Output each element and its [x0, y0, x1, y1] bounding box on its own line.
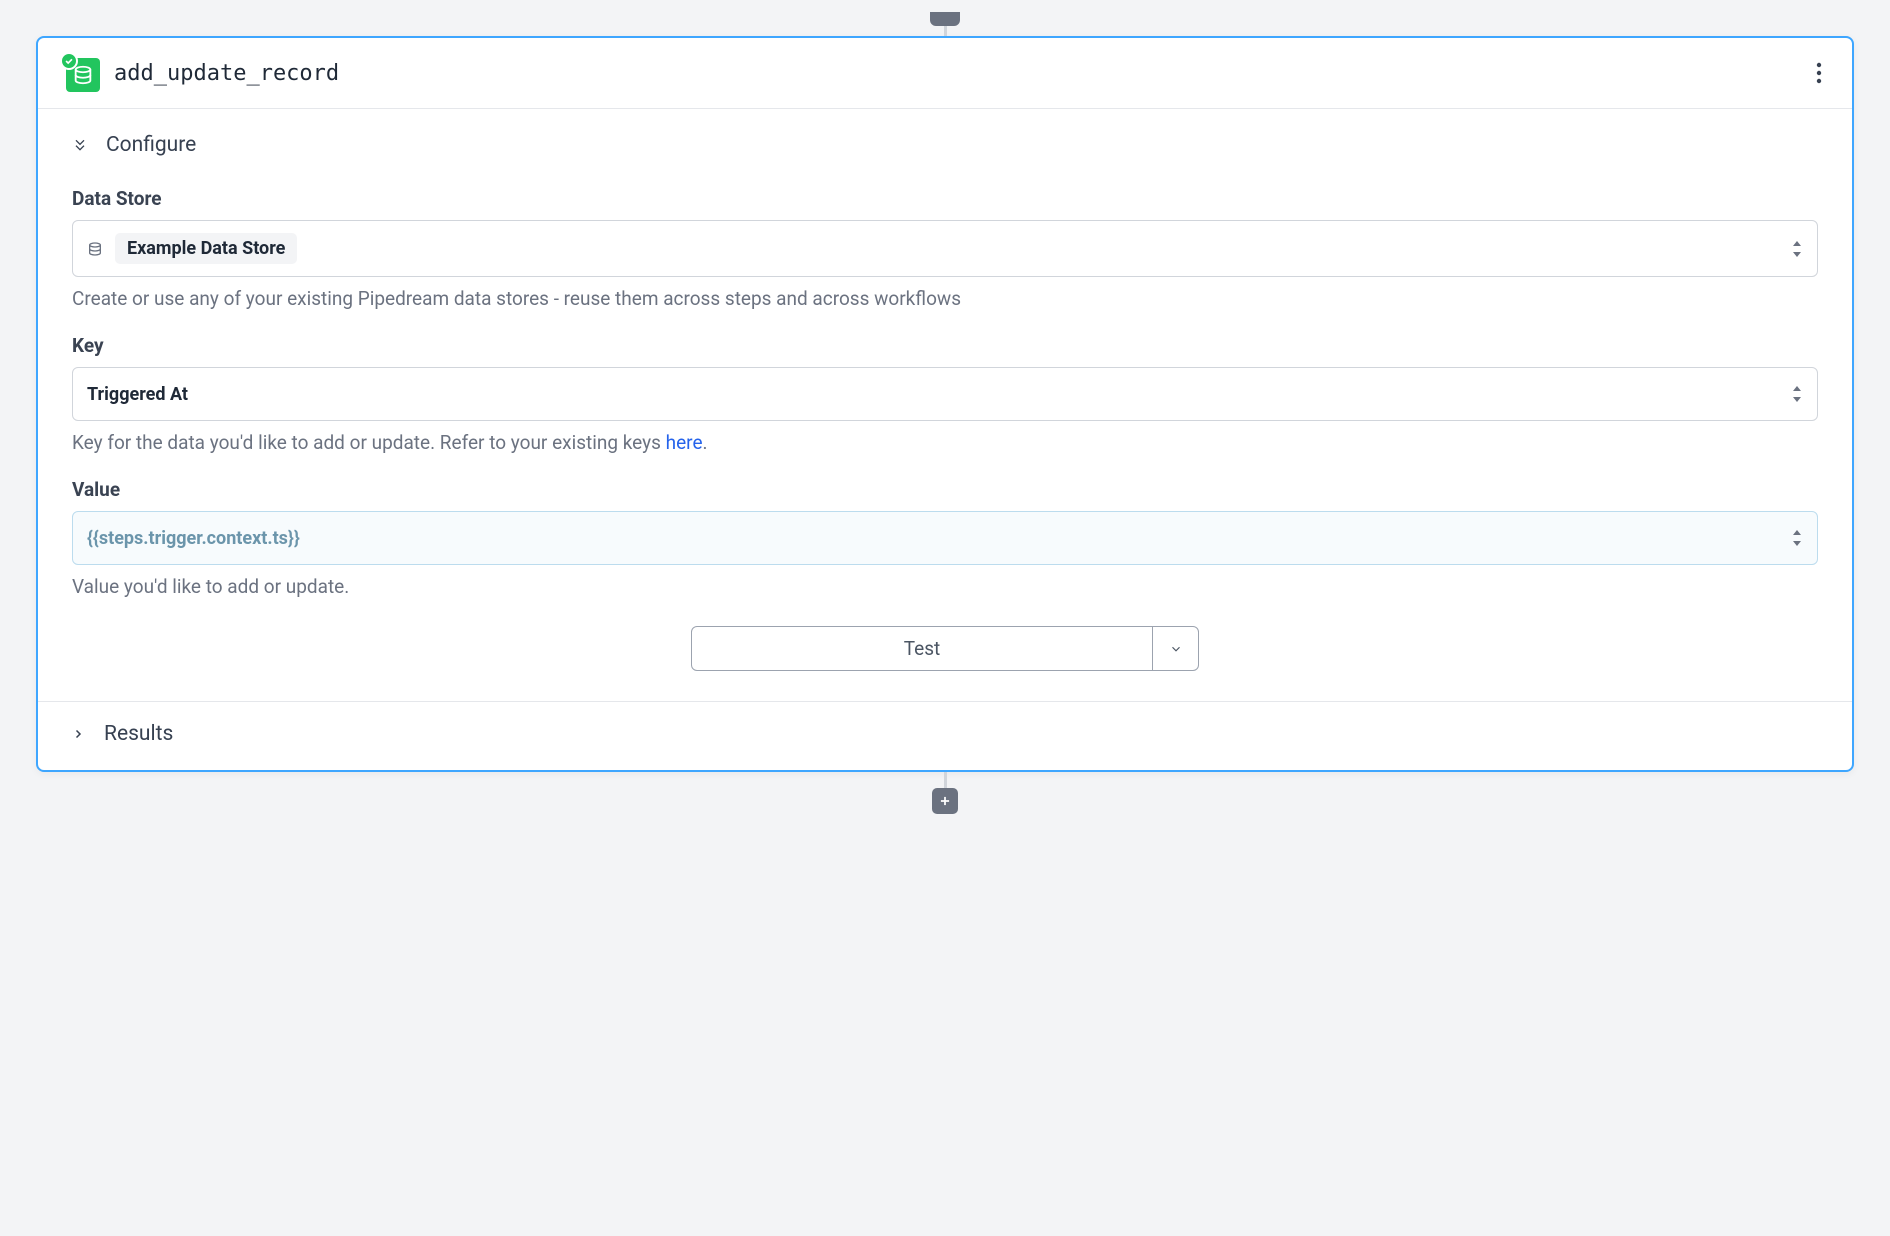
value-select[interactable]: {{steps.trigger.context.ts}}	[72, 511, 1818, 565]
configure-section: Configure Data Store Example Data Store …	[38, 109, 1852, 701]
configure-toggle[interactable]: Configure	[72, 133, 1818, 157]
chevron-down-icon	[1169, 642, 1183, 656]
data-store-value: Example Data Store	[115, 233, 297, 264]
field-data-store: Data Store Example Data Store Create or …	[72, 187, 1818, 310]
configure-heading: Configure	[106, 133, 196, 157]
key-helper-prefix: Key for the data you'd like to add or up…	[72, 431, 666, 454]
sort-icon	[1791, 529, 1803, 547]
sort-icon	[1791, 240, 1803, 258]
test-button-group: Test	[691, 626, 1199, 671]
checkmark-icon	[60, 52, 78, 70]
step-card: add_update_record Configure Data Store E…	[36, 36, 1854, 772]
data-store-select[interactable]: Example Data Store	[72, 220, 1818, 277]
value-value: {{steps.trigger.context.ts}}	[87, 528, 300, 549]
connector-top-nub	[930, 12, 960, 26]
results-toggle[interactable]: Results	[38, 701, 1852, 770]
sort-icon	[1791, 385, 1803, 403]
add-step-button[interactable]	[932, 788, 958, 814]
key-value: Triggered At	[87, 384, 188, 405]
value-label: Value	[72, 478, 1818, 501]
field-value: Value {{steps.trigger.context.ts}} Value…	[72, 478, 1818, 598]
double-chevron-down-icon	[72, 137, 88, 153]
field-key: Key Triggered At Key for the data you'd …	[72, 334, 1818, 454]
value-helper: Value you'd like to add or update.	[72, 575, 1818, 598]
plus-icon	[938, 794, 952, 808]
step-header: add_update_record	[38, 38, 1852, 109]
step-status-icon	[62, 54, 100, 92]
database-mini-icon	[87, 241, 103, 257]
data-store-helper: Create or use any of your existing Piped…	[72, 287, 1818, 310]
key-select[interactable]: Triggered At	[72, 367, 1818, 421]
step-title[interactable]: add_update_record	[114, 61, 339, 86]
chevron-right-icon	[72, 726, 84, 742]
key-helper: Key for the data you'd like to add or up…	[72, 431, 1818, 454]
key-helper-suffix: .	[703, 431, 708, 454]
key-label: Key	[72, 334, 1818, 357]
test-button[interactable]: Test	[692, 627, 1152, 670]
kebab-icon	[1816, 62, 1822, 84]
test-dropdown-button[interactable]	[1152, 627, 1198, 670]
data-store-label: Data Store	[72, 187, 1818, 210]
step-menu-button[interactable]	[1810, 56, 1828, 90]
results-heading: Results	[104, 722, 173, 746]
key-helper-link[interactable]: here	[666, 431, 703, 454]
